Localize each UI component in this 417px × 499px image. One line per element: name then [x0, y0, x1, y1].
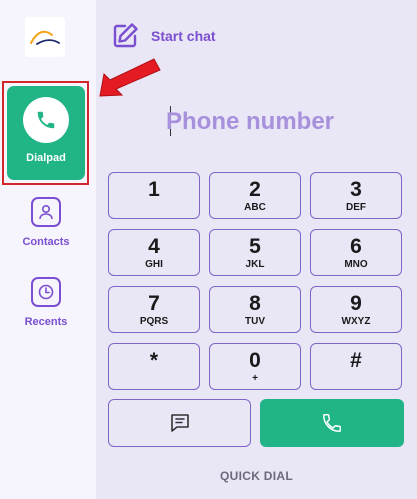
key-letters: + [252, 373, 258, 384]
key-6[interactable]: 6 MNO [310, 229, 402, 276]
key-3[interactable]: 3 DEF [310, 172, 402, 219]
key-digit: 0 [249, 349, 261, 372]
key-digit: # [350, 349, 362, 372]
key-8[interactable]: 8 TUV [209, 286, 301, 333]
edit-icon [113, 23, 138, 48]
key-letters: WXYZ [341, 316, 371, 327]
key-digit: 8 [249, 292, 261, 315]
start-chat-button[interactable]: Start chat [110, 20, 216, 52]
key-2[interactable]: 2 ABC [209, 172, 301, 219]
key-letters: TUV [245, 316, 265, 327]
key-star[interactable]: * [108, 343, 200, 390]
quick-dial-label[interactable]: QUICK DIAL [96, 469, 417, 483]
message-icon [170, 414, 189, 432]
message-button[interactable] [108, 399, 251, 447]
key-9[interactable]: 9 WXYZ [310, 286, 402, 333]
key-digit: * [149, 349, 159, 372]
key-4[interactable]: 4 GHI [108, 229, 200, 276]
phone-icon [323, 414, 341, 432]
key-letters: JKL [245, 259, 265, 270]
key-digit: 4 [148, 235, 160, 258]
key-1[interactable]: 1 [108, 172, 200, 219]
sidebar-item-dialpad[interactable]: Dialpad [7, 86, 85, 180]
key-hash[interactable]: # [310, 343, 402, 390]
key-digit: 9 [350, 292, 362, 315]
key-letters: DEF [346, 202, 366, 213]
key-0[interactable]: 0 + [209, 343, 301, 390]
red-arrow-icon [99, 58, 161, 97]
key-5[interactable]: 5 JKL [209, 229, 301, 276]
key-digit: 2 [249, 178, 261, 201]
key-7[interactable]: 7 PQRS [108, 286, 200, 333]
key-letters: GHI [145, 259, 163, 270]
key-digit: 6 [350, 235, 362, 258]
sidebar-item-contacts[interactable]: Contacts [0, 197, 92, 248]
sidebar: Dialpad Contacts Recents [0, 0, 96, 499]
key-digit: 7 [148, 292, 160, 315]
phone-icon [23, 97, 69, 143]
sidebar-item-label: Recents [24, 316, 68, 328]
key-letters: MNO [344, 259, 368, 270]
app-logo [25, 17, 65, 57]
key-digit: 5 [249, 235, 261, 258]
key-letters: ABC [244, 202, 266, 213]
key-digit: 1 [148, 178, 160, 201]
key-letters: PQRS [139, 316, 169, 327]
phone-number-input[interactable] [166, 104, 366, 140]
contact-icon [31, 197, 61, 227]
sidebar-item-label: Dialpad [26, 152, 66, 164]
call-button[interactable] [260, 399, 404, 447]
sidebar-item-label: Contacts [22, 236, 70, 248]
clock-icon [31, 277, 61, 307]
sidebar-item-recents[interactable]: Recents [0, 277, 92, 328]
key-digit: 3 [350, 178, 362, 201]
start-chat-label: Start chat [151, 28, 216, 44]
